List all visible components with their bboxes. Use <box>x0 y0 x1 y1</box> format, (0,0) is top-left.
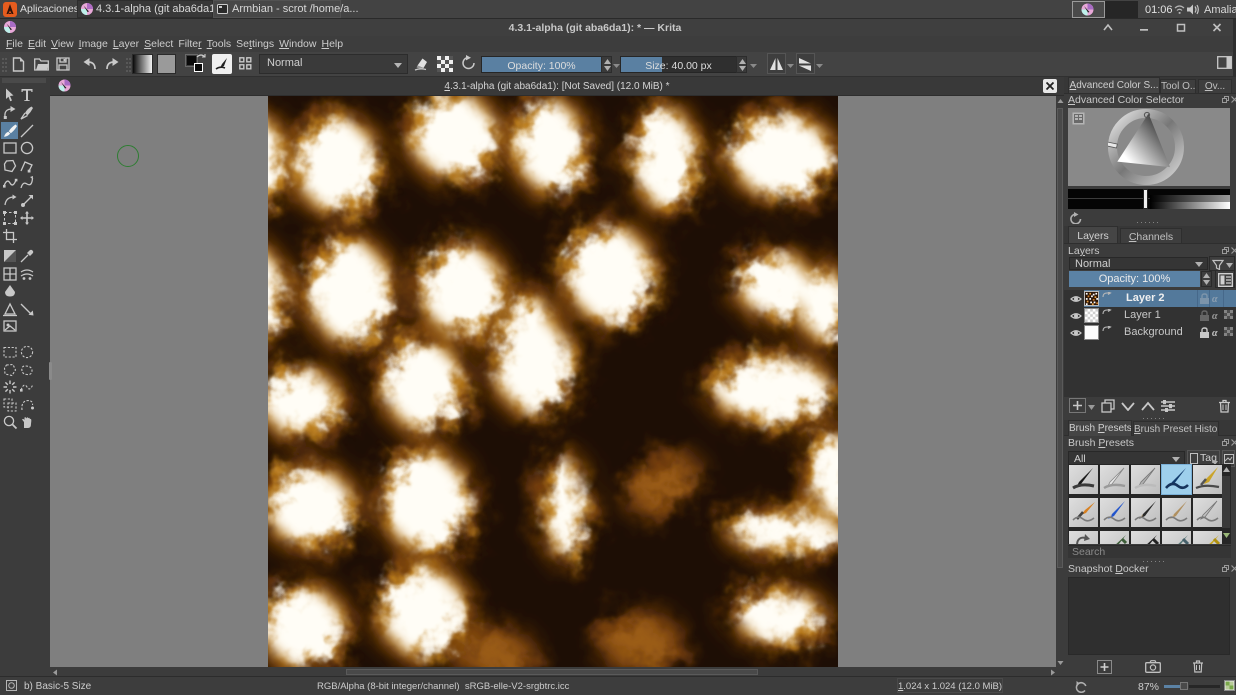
svg-text:α: α <box>1212 311 1218 322</box>
svg-text:α: α <box>1212 294 1218 305</box>
svg-text:α: α <box>1212 328 1218 339</box>
